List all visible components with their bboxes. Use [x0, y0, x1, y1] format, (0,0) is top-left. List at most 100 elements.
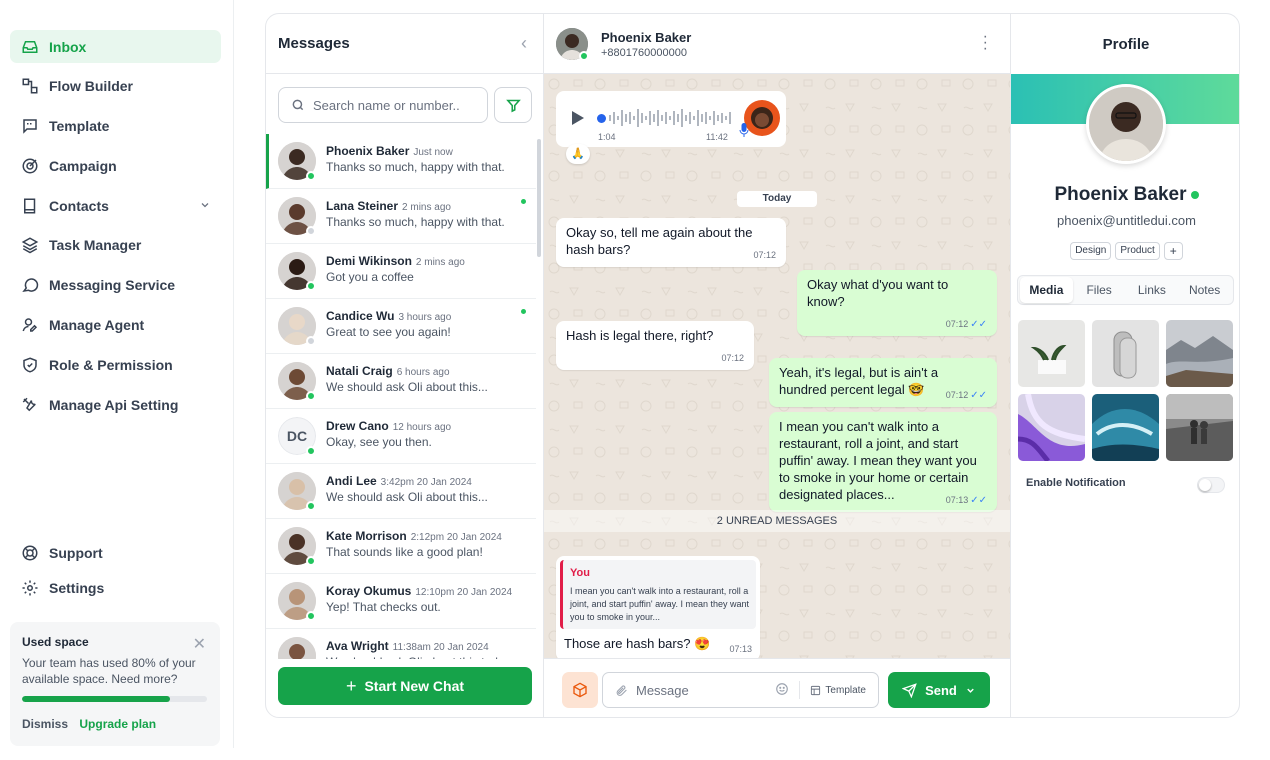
double-check-icon: ✓✓: [970, 319, 987, 330]
media-thumbnail[interactable]: [1166, 320, 1233, 387]
close-icon[interactable]: ✕: [193, 634, 206, 654]
sidebar-item-flow-builder[interactable]: Flow Builder: [10, 70, 221, 103]
contact-name-text: Candice Wu: [326, 309, 395, 323]
chevron-down-icon[interactable]: [965, 685, 976, 696]
sidebar-item-manage-api-setting[interactable]: Manage Api Setting: [10, 388, 221, 421]
send-label: Send: [925, 682, 957, 698]
contact-name-text: Demi Wikinson: [326, 254, 412, 268]
sidebar-item-messaging-service[interactable]: Messaging Service: [10, 269, 221, 302]
list-item[interactable]: Koray Okumus 12:10pm 20 Jan 2024 Yep! That…: [266, 574, 536, 629]
list-item[interactable]: Andi Lee 3:42pm 20 Jan 2024 We should ask …: [266, 464, 536, 519]
contact-list-scrollbar[interactable]: [537, 139, 541, 257]
tab-media[interactable]: Media: [1020, 277, 1073, 303]
sidebar-item-support[interactable]: Support: [10, 536, 221, 569]
chevron-left-icon[interactable]: ‹: [521, 33, 527, 54]
used-space-progress: [22, 696, 207, 702]
sidebar-item-task-manager[interactable]: Task Manager: [10, 229, 221, 262]
media-thumbnail[interactable]: [1092, 394, 1159, 461]
sidebar-item-settings[interactable]: Settings: [10, 571, 221, 604]
sidebar-item-template[interactable]: Template: [10, 110, 221, 143]
media-grid: [1018, 320, 1234, 461]
inbox-icon: [20, 37, 39, 56]
tag-design[interactable]: Design: [1070, 242, 1112, 260]
list-item[interactable]: Lana Steiner 2 mins ago Thanks so much, ha…: [266, 189, 536, 244]
media-thumbnail[interactable]: [1018, 320, 1085, 387]
list-item[interactable]: Demi Wikinson 2 mins ago Got you a coffee: [266, 244, 536, 299]
upgrade-plan-button[interactable]: Upgrade plan: [79, 717, 156, 731]
online-status-dot: [306, 171, 316, 181]
audio-progress-knob[interactable]: [597, 114, 606, 123]
dismiss-button[interactable]: Dismiss: [22, 717, 68, 731]
message-bubble-outgoing[interactable]: Okay what d'you want to know? 07:12 ✓✓: [797, 270, 997, 336]
list-item[interactable]: Natali Craig 6 hours ago We should ask Oli…: [266, 354, 536, 409]
sidebar-item-contacts[interactable]: Contacts: [10, 189, 221, 222]
chat-messages-area: 1:04 11:42 🙏 Today Okay so, tell me agai…: [544, 74, 1010, 658]
message-bubble-reply[interactable]: You I mean you can't walk into a restaur…: [556, 556, 760, 658]
contact-preview: We should ask Oli about this...: [326, 490, 488, 504]
emoji-icon[interactable]: [775, 682, 789, 699]
contact-name: Natali Craig 6 hours ago: [326, 364, 450, 378]
sidebar-item-role-permission[interactable]: Role & Permission: [10, 348, 221, 381]
more-vertical-icon[interactable]: · · ·: [983, 29, 988, 57]
chat-panel: Phoenix Baker +8801760000000 · · · 1:04 …: [544, 14, 1010, 717]
message-meta: 07:13 ✓✓: [946, 492, 987, 509]
used-space-card: Used space ✕ Your team has used 80% of y…: [10, 622, 220, 746]
notification-toggle[interactable]: [1197, 477, 1225, 493]
tab-links[interactable]: Links: [1126, 277, 1179, 303]
contact-name-text: Natali Craig: [326, 364, 393, 378]
filter-button[interactable]: [494, 87, 532, 123]
tab-notes[interactable]: Notes: [1178, 277, 1231, 303]
play-icon[interactable]: [572, 111, 584, 130]
message-bubble-outgoing[interactable]: Yeah, it's legal, but is ain't a hundred…: [769, 358, 997, 407]
message-bubble-incoming[interactable]: Okay so, tell me again about the hash ba…: [556, 218, 786, 267]
online-status-dot: [306, 446, 316, 456]
add-tag-button[interactable]: +: [1163, 242, 1183, 260]
unread-indicator: [521, 199, 526, 204]
message-text: Hash is legal there, right?: [566, 328, 714, 343]
contact-preview: Thanks so much, happy with that.: [326, 160, 505, 174]
messages-header: Messages ‹: [266, 14, 543, 74]
message-input[interactable]: Message Template: [602, 672, 879, 708]
search-placeholder: Search name or number..: [313, 97, 460, 113]
attach-product-button[interactable]: [562, 672, 598, 708]
contact-time: 6 hours ago: [396, 367, 450, 378]
paperclip-icon[interactable]: [615, 684, 628, 697]
list-item[interactable]: DC Drew Cano 12 hours ago Okay, see you the…: [266, 409, 536, 464]
quoted-message[interactable]: You I mean you can't walk into a restaur…: [560, 560, 756, 629]
chevron-down-icon[interactable]: [199, 198, 211, 214]
start-new-chat-button[interactable]: + Start New Chat: [278, 667, 532, 705]
profile-tabs: Media Files Links Notes: [1017, 275, 1234, 305]
sidebar-item-label: Task Manager: [49, 237, 142, 254]
tab-files[interactable]: Files: [1073, 277, 1126, 303]
message-time: 07:13: [729, 644, 752, 654]
list-item[interactable]: Phoenix Baker Just now Thanks so much, hap…: [266, 134, 536, 189]
search-input[interactable]: Search name or number..: [278, 87, 488, 123]
list-item[interactable]: Kate Morrison 2:12pm 20 Jan 2024 That soun…: [266, 519, 536, 574]
tag-product[interactable]: Product: [1115, 242, 1160, 260]
send-button[interactable]: Send: [888, 672, 990, 708]
sidebar-bottom: Support Settings: [10, 536, 221, 606]
chat-contact-name: Phoenix Baker: [601, 30, 692, 45]
list-item[interactable]: Ava Wright11:38am 20 Jan 2024 We should a…: [266, 629, 536, 659]
message-placeholder: Message: [636, 682, 689, 698]
contact-time: 3 hours ago: [398, 312, 452, 323]
message-bubble-incoming[interactable]: Hash is legal there, right? 07:12: [556, 321, 754, 370]
online-status-dot: [306, 281, 316, 291]
media-thumbnail[interactable]: [1018, 394, 1085, 461]
sidebar-item-manage-agent[interactable]: Manage Agent: [10, 309, 221, 342]
contact-name-text: Kate Morrison: [326, 529, 407, 543]
profile-avatar[interactable]: [1086, 84, 1166, 164]
media-thumbnail[interactable]: [1092, 320, 1159, 387]
contacts-icon: [20, 196, 39, 215]
sidebar-item-inbox[interactable]: Inbox: [10, 30, 221, 63]
media-thumbnail[interactable]: [1166, 394, 1233, 461]
contact-name: Drew Cano 12 hours ago: [326, 419, 451, 433]
template-button[interactable]: Template: [810, 685, 866, 696]
message-bubble-outgoing[interactable]: I mean you can't walk into a restaurant,…: [769, 412, 997, 512]
list-item[interactable]: Candice Wu 3 hours ago Great to see you ag…: [266, 299, 536, 354]
contact-preview: Great to see you again!: [326, 325, 451, 339]
audio-reaction[interactable]: 🙏: [566, 144, 590, 164]
message-time: 07:12: [945, 390, 969, 400]
sidebar-item-campaign[interactable]: Campaign: [10, 149, 221, 182]
contact-preview: Thanks so much, happy with that.: [326, 215, 505, 229]
